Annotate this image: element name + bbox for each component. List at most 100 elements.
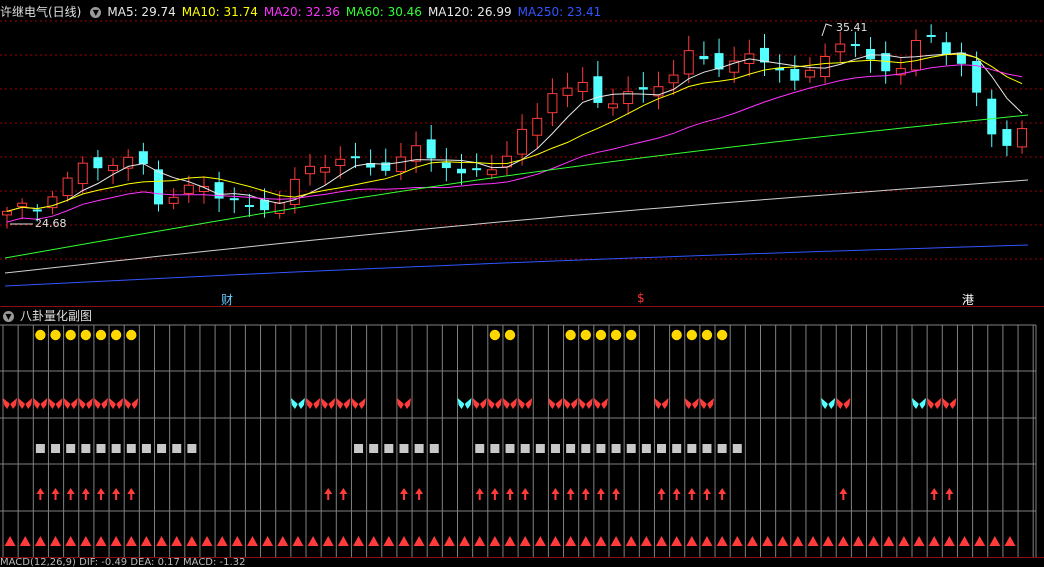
candle-body-down — [790, 69, 800, 81]
red-triangle-icon — [201, 536, 213, 546]
butterfly-icon — [3, 398, 18, 409]
gray-square-icon — [505, 444, 515, 453]
up-arrow-icon — [672, 488, 681, 500]
gray-square-icon — [566, 444, 576, 453]
up-arrow-icon — [96, 488, 105, 500]
red-triangle-icon — [989, 536, 1001, 546]
butterfly-icon — [836, 398, 851, 409]
butterfly-icon — [321, 398, 336, 409]
up-arrow-icon — [687, 488, 696, 500]
red-triangle-icon — [943, 536, 955, 546]
red-triangle-icon — [50, 536, 62, 546]
red-triangle-icon — [34, 536, 46, 546]
gray-square-icon — [172, 444, 182, 453]
candle-body-up — [305, 165, 315, 175]
gray-square-icon — [429, 444, 439, 453]
up-arrow-icon — [127, 488, 136, 500]
butterfly-icon — [912, 398, 927, 409]
gold-dot-icon — [610, 329, 622, 341]
candle-body-up — [411, 145, 422, 162]
gold-dot-icon — [504, 329, 516, 341]
candle-body-up — [577, 81, 588, 92]
candle-body-down — [441, 162, 451, 169]
gray-square-icon — [354, 444, 364, 453]
red-triangle-icon — [534, 536, 546, 546]
red-triangle-icon — [792, 536, 804, 546]
red-triangle-icon — [322, 536, 334, 546]
candle-body-up — [835, 43, 846, 53]
gua-signal-grid[interactable] — [0, 307, 1044, 558]
candle-body-up — [1017, 128, 1028, 148]
gray-square-icon — [520, 444, 530, 453]
red-triangle-icon — [762, 536, 774, 546]
gua-header: ▼ 八卦量化副图 — [0, 307, 98, 325]
red-triangle-icon — [807, 536, 819, 546]
gray-square-icon — [657, 444, 667, 453]
red-triangle-icon — [898, 536, 910, 546]
gray-square-icon — [157, 444, 167, 453]
butterfly-icon — [48, 398, 63, 409]
red-triangle-icon — [519, 536, 531, 546]
gua-indicator-panel[interactable]: ▼ 八卦量化副图 — [0, 307, 1044, 558]
gray-square-icon — [369, 444, 379, 453]
red-triangle-icon — [959, 536, 971, 546]
gray-square-icon — [187, 444, 197, 453]
candle-body-up — [562, 87, 573, 96]
gray-square-icon — [611, 444, 621, 453]
gray-square-icon — [672, 444, 682, 453]
candle-body-down — [593, 76, 603, 103]
candle-body-down — [138, 151, 148, 165]
candle-body-down — [638, 87, 648, 90]
candle-body-down — [1002, 129, 1012, 146]
gold-dot-icon — [686, 329, 698, 341]
red-triangle-icon — [186, 536, 198, 546]
price-header: 许继电气(日线) ▼ MA5: 29.74 MA10: 31.74 MA20: 32.3… — [0, 3, 607, 21]
indicator-ma5: MA5: 29.74 — [107, 5, 176, 19]
indicator-ma120: MA120: 26.99 — [427, 5, 512, 19]
candle-body-up — [77, 162, 88, 185]
butterfly-icon — [578, 398, 593, 409]
gray-square-icon — [535, 444, 545, 453]
red-triangle-icon — [262, 536, 274, 546]
butterfly-icon — [33, 398, 48, 409]
butterfly-icon — [351, 398, 366, 409]
candle-body-up — [183, 184, 194, 194]
red-triangle-icon — [95, 536, 107, 546]
butterfly-icon — [563, 398, 578, 409]
up-arrow-icon — [581, 488, 590, 500]
red-triangle-icon — [292, 536, 304, 546]
candle-body-down — [244, 205, 254, 208]
event-tag-dollar[interactable]: $ — [637, 291, 645, 305]
red-triangle-icon — [686, 536, 698, 546]
gray-square-icon — [96, 444, 106, 453]
collapse-icon[interactable]: ▼ — [90, 7, 102, 18]
up-arrow-icon — [66, 488, 75, 500]
up-arrow-icon — [112, 488, 121, 500]
candlestick-chart[interactable] — [0, 0, 1044, 307]
gray-square-icon — [111, 444, 121, 453]
candle-body-up — [547, 93, 558, 114]
price-chart-panel[interactable]: 许继电气(日线) ▼ MA5: 29.74 MA10: 31.74 MA20: 32.3… — [0, 0, 1044, 307]
candle-body-down — [699, 56, 709, 60]
gray-square-icon — [399, 444, 409, 453]
red-triangle-icon — [140, 536, 152, 546]
red-triangle-icon — [459, 536, 471, 546]
collapse-icon[interactable]: ▼ — [3, 311, 14, 322]
red-triangle-icon — [610, 536, 622, 546]
gray-square-icon — [475, 444, 485, 453]
red-triangle-icon — [580, 536, 592, 546]
gray-square-icon — [126, 444, 136, 453]
up-arrow-icon — [81, 488, 90, 500]
red-triangle-icon — [277, 536, 289, 546]
butterfly-icon — [306, 398, 321, 409]
high-marker-pointer — [821, 23, 833, 37]
indicator-ma60: MA60: 30.46 — [345, 5, 422, 19]
red-triangle-icon — [171, 536, 183, 546]
red-triangle-icon — [353, 536, 365, 546]
red-triangle-icon — [974, 536, 986, 546]
red-triangle-icon — [125, 536, 137, 546]
up-arrow-icon — [596, 488, 605, 500]
red-triangle-icon — [504, 536, 516, 546]
gray-square-icon — [35, 444, 45, 453]
red-triangle-icon — [822, 536, 834, 546]
